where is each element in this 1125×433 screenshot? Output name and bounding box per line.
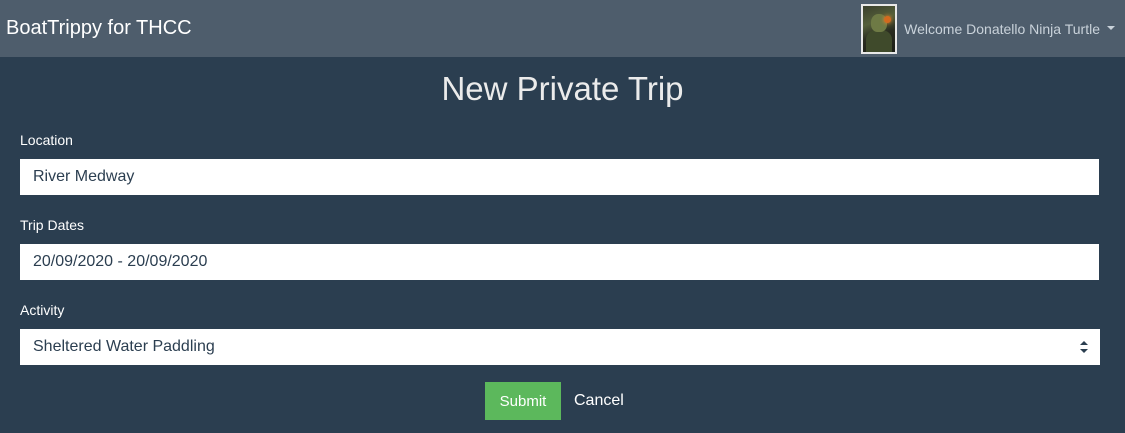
avatar bbox=[861, 3, 898, 54]
location-label: Location bbox=[20, 132, 73, 148]
brand-link[interactable]: BoatTrippy for THCC bbox=[6, 17, 192, 40]
location-input-value: River Medway bbox=[33, 168, 135, 185]
caret-down-icon bbox=[1107, 25, 1115, 30]
user-menu-dropdown[interactable]: Welcome Donatello Ninja Turtle bbox=[861, 3, 1115, 54]
trip-dates-input[interactable]: 20/09/2020 - 20/09/2020 bbox=[20, 244, 1099, 280]
cancel-link[interactable]: Cancel bbox=[574, 392, 624, 410]
trip-dates-input-value: 20/09/2020 - 20/09/2020 bbox=[33, 253, 208, 270]
top-navbar: BoatTrippy for THCC Welcome Donatello Ni… bbox=[0, 0, 1125, 57]
location-input[interactable]: River Medway bbox=[20, 159, 1099, 195]
activity-label: Activity bbox=[20, 302, 65, 318]
page-title: New Private Trip bbox=[441, 70, 684, 107]
trip-dates-label: Trip Dates bbox=[20, 217, 85, 233]
activity-select[interactable]: Sheltered Water Paddling bbox=[20, 329, 1100, 365]
welcome-text: Welcome Donatello Ninja Turtle bbox=[904, 20, 1100, 37]
submit-button[interactable]: Submit bbox=[485, 382, 561, 420]
select-arrows-icon bbox=[1080, 341, 1088, 353]
activity-select-value: Sheltered Water Paddling bbox=[33, 338, 215, 355]
